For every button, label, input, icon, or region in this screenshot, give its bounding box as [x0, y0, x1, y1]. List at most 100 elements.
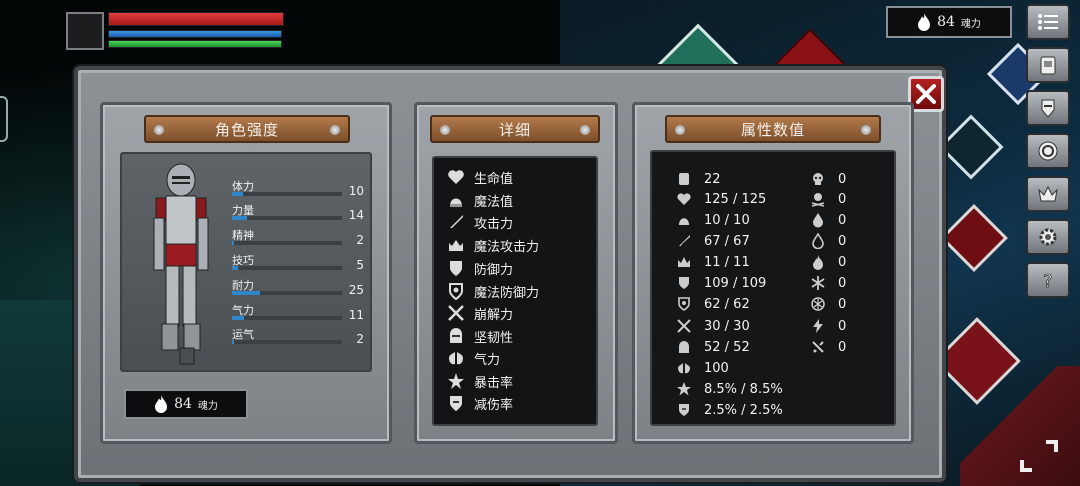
value-row-fire: 0 — [810, 252, 846, 272]
section-header: 属性数值 — [665, 115, 881, 143]
fire-drop-icon — [812, 233, 824, 249]
damage-reduction-icon — [679, 404, 689, 416]
settings-gear-icon — [1039, 228, 1057, 246]
attribute-value: 22 — [704, 171, 721, 187]
value-row-frost: 0 — [810, 273, 846, 293]
detail-label: 坚韧性 — [474, 330, 514, 346]
attribute-value: 0 — [838, 339, 847, 355]
lightning-icon — [813, 319, 823, 333]
detail-row-damage-reduction: 减伤率 — [446, 392, 513, 414]
attribute-value: 30 / 30 — [704, 318, 750, 334]
detail-label: 崩解力 — [474, 307, 514, 323]
value-row-magic-defense: 62 / 62 — [676, 294, 750, 314]
help-button[interactable]: ? — [1026, 262, 1070, 298]
stat-endurance: 耐力 25 — [232, 277, 364, 301]
attribute-value: 0 — [838, 318, 847, 334]
skills-button[interactable] — [1026, 133, 1070, 169]
stat-bar — [232, 316, 342, 320]
stat-bar — [232, 266, 342, 270]
detail-row-magic-attack: 魔法攻击力 — [446, 234, 539, 256]
value-row-burn-resist: 0 — [810, 231, 846, 251]
side-menu: ? — [1026, 4, 1072, 305]
crown-icon — [1038, 185, 1058, 202]
soul-count: 84 — [174, 396, 192, 412]
attribute-value: 2.5% / 2.5% — [704, 402, 783, 418]
detail-label: 魔法防御力 — [474, 285, 540, 301]
flame-icon — [155, 395, 168, 413]
equipment-button[interactable] — [1026, 90, 1070, 126]
stat-bar — [232, 241, 342, 245]
value-row-curse: 0 — [810, 169, 846, 189]
section-header: 角色强度 — [144, 115, 350, 143]
mana-icon — [450, 198, 462, 207]
sword-icon — [450, 215, 463, 228]
poison-skull-icon — [811, 193, 825, 207]
detail-row-energy: 气力 — [446, 347, 500, 369]
value-row-bleed: 0 — [810, 210, 846, 230]
helmet-icon — [450, 328, 462, 343]
heart-icon — [448, 170, 464, 184]
inventory-button[interactable] — [1026, 47, 1070, 83]
detail-row-mana: 魔法值 — [446, 189, 513, 211]
mana-bar — [108, 30, 282, 38]
achievements-button[interactable] — [1026, 176, 1070, 212]
inventory-bag-icon — [1040, 56, 1056, 75]
menu-list-icon — [1038, 14, 1058, 30]
detail-label: 魔法攻击力 — [474, 239, 540, 255]
details-title: 详细 — [498, 120, 531, 139]
armor-icon — [1041, 99, 1055, 118]
magic-attack-icon — [449, 240, 463, 251]
attribute-value: 125 / 125 — [704, 191, 767, 207]
detail-row-health: 生命值 — [446, 166, 513, 188]
soul-counter: 84 魂力 — [886, 6, 1012, 38]
stat-value: 2 — [356, 233, 364, 247]
helmet-icon — [679, 341, 689, 353]
value-row-energy: 100 — [676, 358, 729, 378]
stat-value: 14 — [348, 208, 364, 222]
blood-drop-icon — [813, 213, 823, 228]
stat-strength: 力量 14 — [232, 202, 364, 226]
detail-label: 气力 — [474, 352, 501, 368]
soul-count: 84 — [937, 14, 955, 30]
attribute-value: 109 / 109 — [704, 275, 767, 291]
stat-luck: 运气 2 — [232, 326, 364, 350]
shield-icon — [679, 277, 689, 289]
detail-label: 暴击率 — [474, 375, 514, 391]
damage-reduction-icon — [450, 396, 462, 411]
magic-defense-icon — [449, 283, 463, 301]
stat-bar — [232, 192, 342, 196]
attribute-value: 0 — [838, 275, 847, 291]
magic-attack-icon — [678, 257, 690, 267]
attribute-value: 0 — [838, 171, 847, 187]
mana-icon — [679, 218, 689, 225]
detail-label: 生命值 — [474, 171, 514, 187]
lungs-icon — [678, 363, 690, 374]
value-row-breaking: 30 / 30 — [676, 316, 750, 336]
player-portrait[interactable] — [66, 12, 104, 50]
menu-list-button[interactable] — [1026, 4, 1070, 40]
resize-corner-icon[interactable] — [1016, 436, 1062, 476]
detail-label: 减伤率 — [474, 397, 514, 413]
detail-row-attack: 攻击力 — [446, 211, 513, 233]
health-bar — [108, 12, 284, 26]
heart-icon — [677, 193, 691, 205]
magic-defense-icon — [678, 297, 690, 311]
soul-unit: 魂力 — [960, 18, 981, 30]
stat-value: 10 — [348, 184, 364, 198]
left-edge-tab[interactable] — [0, 96, 8, 142]
detail-row-defense: 防御力 — [446, 257, 513, 279]
attribute-value: 52 / 52 — [704, 339, 750, 355]
soul-counter-panel: 84 魂力 — [124, 389, 248, 419]
attribute-value: 0 — [838, 254, 847, 270]
section-header: 详细 — [430, 115, 600, 143]
value-row-toughness: 52 / 52 — [676, 337, 750, 357]
value-row-frost-resist: 0 — [810, 294, 846, 314]
help-question-icon: ? — [1043, 271, 1053, 292]
svg-text:?: ? — [1043, 271, 1053, 292]
attribute-value: 0 — [838, 296, 847, 312]
critical-star-icon — [448, 373, 464, 389]
value-row-critical-rate: 8.5% / 8.5% — [676, 379, 783, 399]
stat-energy: 气力 11 — [232, 302, 364, 326]
settings-button[interactable] — [1026, 219, 1070, 255]
detail-row-magic-defense: 魔法防御力 — [446, 280, 539, 302]
